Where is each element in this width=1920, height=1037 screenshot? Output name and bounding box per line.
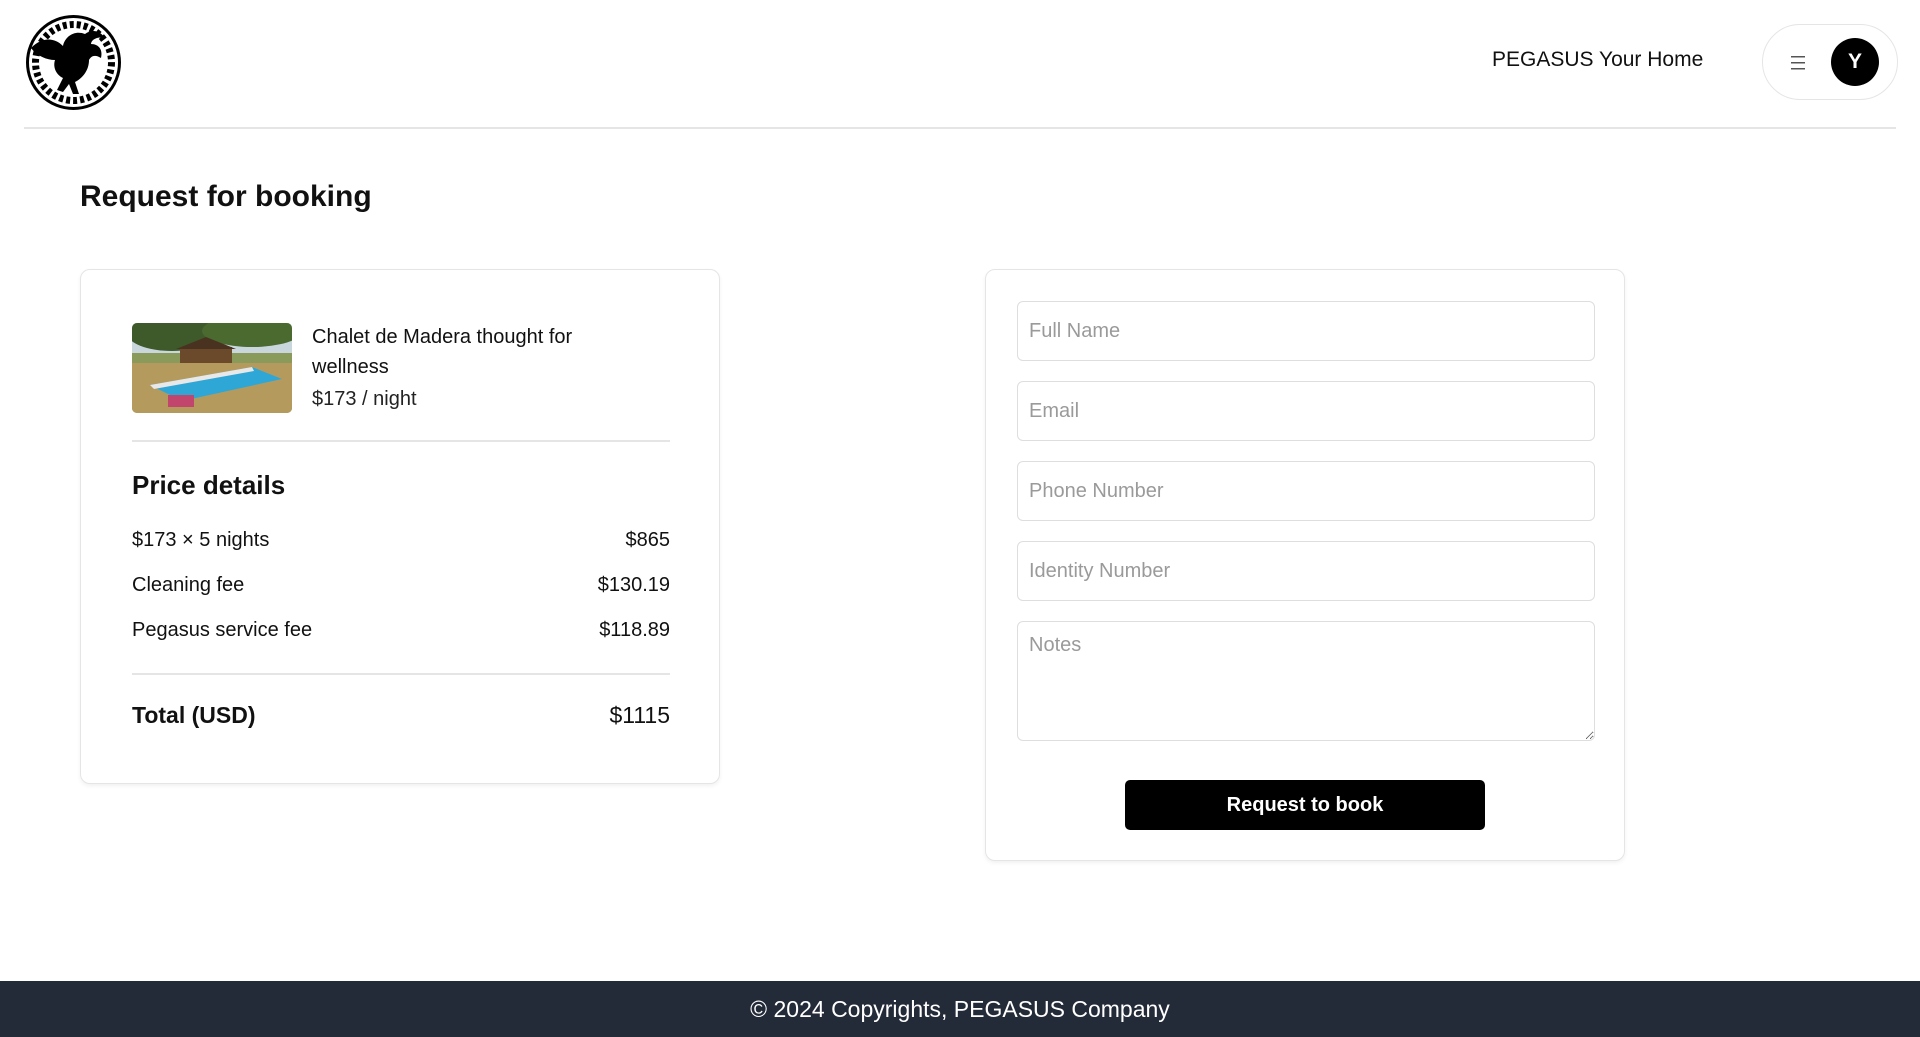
phone-number-field[interactable] bbox=[1017, 461, 1595, 521]
site-footer: © 2024 Copyrights, PEGASUS Company bbox=[0, 981, 1920, 1037]
footer-copyright: © 2024 Copyrights, PEGASUS Company bbox=[750, 996, 1170, 1022]
divider bbox=[132, 440, 670, 442]
price-row-label: Pegasus service fee bbox=[132, 619, 313, 641]
price-row-service-fee: Pegasus service fee $118.89 bbox=[132, 619, 670, 649]
booking-summary-card: Chalet de Madera thought for wellness $1… bbox=[80, 269, 720, 784]
price-row-value: $130.19 bbox=[597, 574, 670, 596]
total-label: Total (USD) bbox=[132, 702, 256, 728]
email-field[interactable] bbox=[1017, 381, 1595, 441]
avatar: Y bbox=[1831, 38, 1879, 86]
notes-field[interactable] bbox=[1017, 621, 1595, 741]
brand-link[interactable]: PEGASUS Your Home bbox=[1492, 48, 1703, 72]
total-value: $1115 bbox=[609, 702, 670, 728]
price-row-label: Cleaning fee bbox=[132, 574, 245, 596]
price-row-nights: $173 × 5 nights $865 bbox=[132, 529, 670, 559]
price-row-value: $865 bbox=[625, 529, 671, 551]
price-row-label: $173 × 5 nights bbox=[132, 529, 270, 551]
page-title: Request for booking bbox=[80, 180, 372, 213]
price-details-heading: Price details bbox=[132, 470, 286, 500]
listing-name[interactable]: Chalet de Madera thought for wellness bbox=[312, 322, 632, 382]
hamburger-menu-icon bbox=[1789, 54, 1807, 72]
listing-nightly-price: $173 / night bbox=[312, 388, 417, 410]
site-header: PEGASUS Your Home Y bbox=[24, 0, 1898, 129]
identity-number-field[interactable] bbox=[1017, 541, 1595, 601]
total-row: Total (USD) $1115 bbox=[132, 702, 670, 732]
price-row-cleaning-fee: Cleaning fee $130.19 bbox=[132, 574, 670, 604]
user-menu-button[interactable]: Y bbox=[1762, 24, 1898, 100]
booking-form-card: Request to book bbox=[985, 269, 1625, 861]
price-row-value: $118.89 bbox=[599, 619, 670, 641]
divider bbox=[132, 673, 670, 675]
full-name-field[interactable] bbox=[1017, 301, 1595, 361]
listing-thumbnail bbox=[132, 323, 292, 413]
pegasus-logo-icon[interactable] bbox=[25, 14, 122, 111]
request-to-book-button[interactable]: Request to book bbox=[1125, 780, 1485, 830]
